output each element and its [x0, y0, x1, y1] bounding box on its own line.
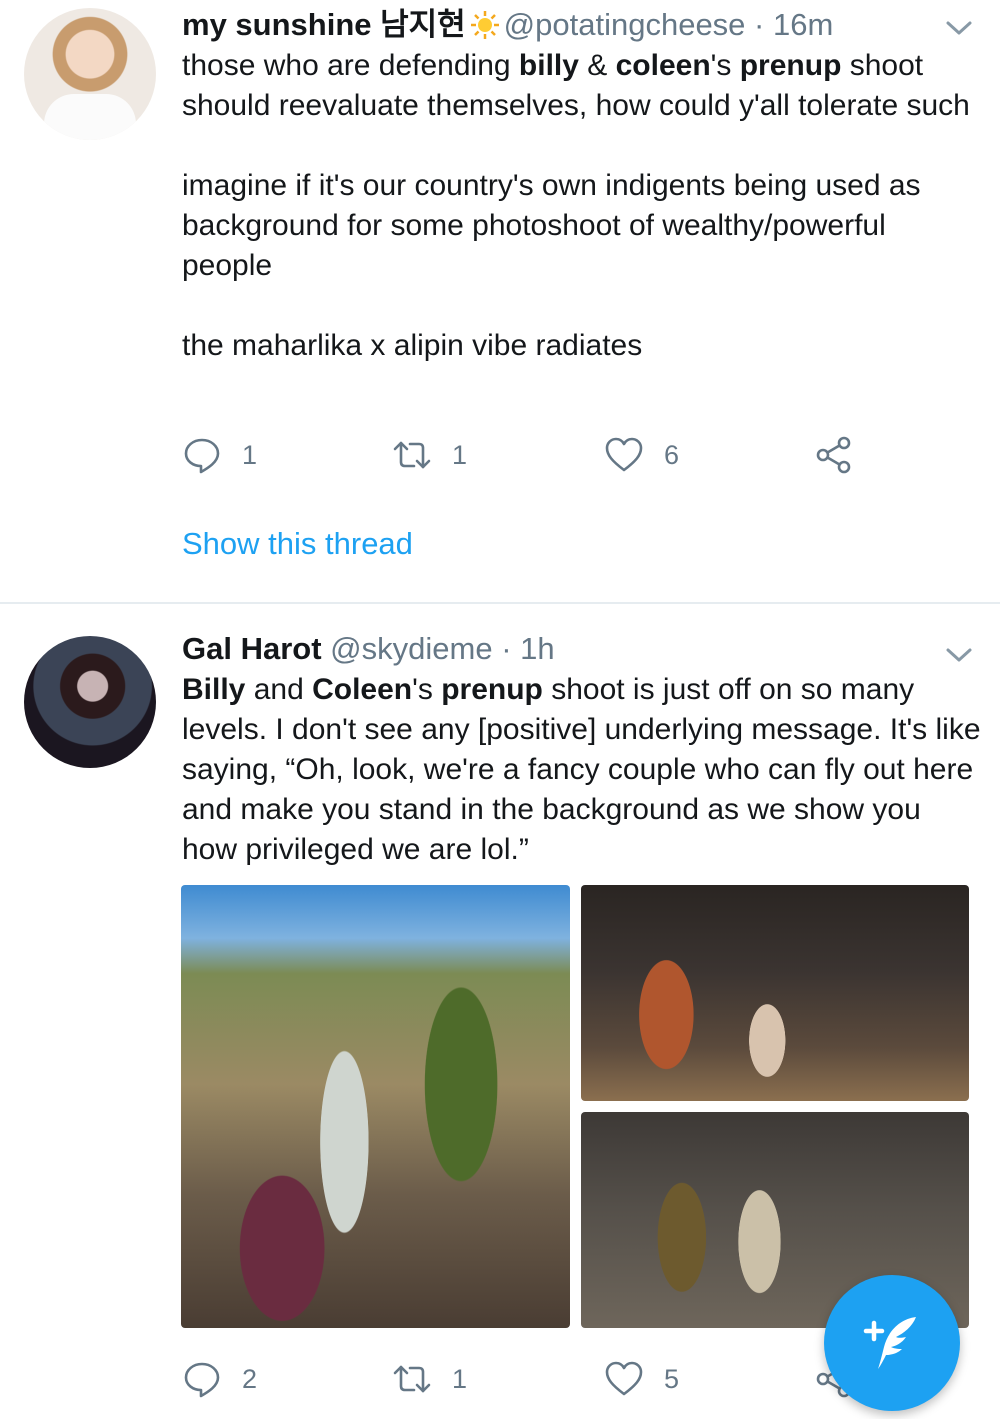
bold-keyword: Coleen: [312, 673, 413, 706]
tweet-actions: 1 1 6: [182, 433, 882, 477]
compose-tweet-icon: [863, 1317, 916, 1369]
share-button[interactable]: [814, 433, 874, 477]
sun-emoji-icon: [470, 11, 499, 39]
tweet-header: Gal Harot @skydieme · 1h: [182, 629, 555, 669]
reply-icon: [184, 1362, 220, 1398]
text-span: 's: [710, 49, 740, 82]
separator-dot: ·: [501, 631, 512, 666]
avatar[interactable]: [24, 8, 156, 140]
retweet-button[interactable]: 1: [392, 433, 467, 477]
reply-count: 2: [242, 1363, 258, 1394]
like-button[interactable]: 6: [604, 433, 679, 477]
text-span: those who are defending: [182, 49, 519, 82]
bold-keyword: prenup: [739, 49, 842, 82]
retweet-button[interactable]: 1: [392, 1357, 467, 1401]
retweet-count: 1: [452, 1363, 468, 1394]
tweet-paragraph: imagine if it's our country's own indige…: [182, 169, 921, 282]
retweet-icon: [393, 441, 431, 469]
text-span: and: [245, 673, 313, 706]
chevron-down-icon[interactable]: [944, 18, 974, 38]
retweet-count: 1: [452, 439, 468, 470]
tweet-photo[interactable]: [181, 885, 570, 1328]
bold-keyword: coleen: [615, 49, 711, 82]
tweet-text: those who are defending billy & coleen's…: [182, 46, 977, 366]
handle[interactable]: @potatingcheese: [504, 7, 746, 42]
text-span: &: [578, 49, 616, 82]
reply-button[interactable]: 1: [182, 433, 257, 477]
like-button[interactable]: 5: [604, 1357, 679, 1401]
text-span: shoot is just off on so many levels. I d…: [182, 673, 981, 866]
display-name[interactable]: Gal Harot: [182, 631, 322, 666]
timestamp[interactable]: 16m: [773, 7, 833, 42]
tweet-header: my sunshine 남지현 @potatingcheese · 16m: [182, 5, 833, 45]
like-count: 6: [664, 439, 680, 470]
heart-icon: [605, 1361, 643, 1396]
tweet-text: Billy and Coleen's prenup shoot is just …: [182, 670, 982, 870]
retweet-icon: [393, 1365, 431, 1393]
tweet-paragraph: the maharlika x alipin vibe radiates: [182, 329, 643, 362]
compose-tweet-button[interactable]: [824, 1275, 960, 1411]
heart-icon: [605, 437, 643, 472]
separator-dot: ·: [754, 7, 765, 42]
avatar[interactable]: [24, 636, 156, 768]
tweet[interactable]: my sunshine 남지현 @potatingcheese · 16m tho…: [0, 0, 1000, 602]
tweet-actions: 2 1 5: [182, 1357, 882, 1401]
tweet-divider: [0, 602, 1000, 604]
tweet-photo[interactable]: [581, 885, 969, 1101]
chevron-down-icon[interactable]: [944, 645, 974, 665]
reply-count: 1: [242, 439, 258, 470]
bold-keyword: Billy: [182, 673, 246, 706]
display-name[interactable]: my sunshine 남지현: [182, 7, 466, 42]
tweet-paragraph: Billy and Coleen's prenup shoot is just …: [182, 670, 982, 870]
handle[interactable]: @skydieme: [330, 631, 492, 666]
tweet-paragraph: those who are defending billy & coleen's…: [182, 46, 977, 126]
bold-keyword: prenup: [441, 673, 543, 706]
share-icon: [816, 436, 851, 474]
like-count: 5: [664, 1363, 680, 1394]
text-span: 's: [412, 673, 442, 706]
show-thread-link[interactable]: Show this thread: [182, 524, 413, 564]
bold-keyword: billy: [518, 49, 579, 82]
reply-icon: [184, 438, 220, 474]
timestamp[interactable]: 1h: [520, 631, 554, 666]
reply-button[interactable]: 2: [182, 1357, 257, 1401]
